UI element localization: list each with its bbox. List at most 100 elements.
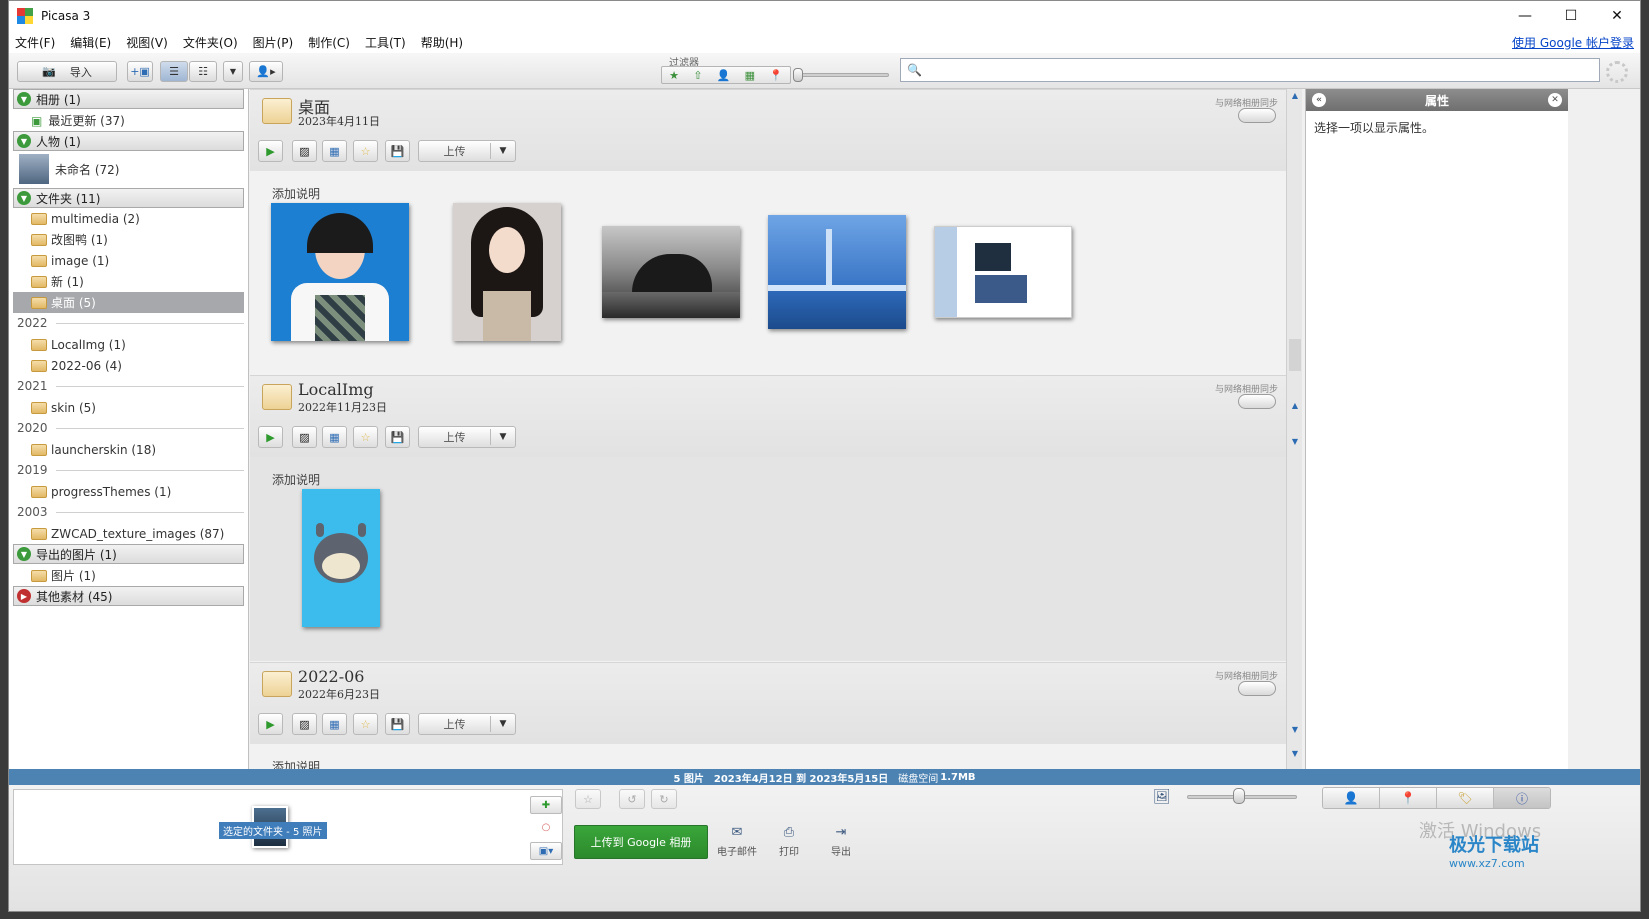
google-login-link[interactable]: 使用 Google 帐户登录 [1512,34,1634,51]
main-scrollbar[interactable]: ▲ ▲ ▼ ▼ ▼ [1286,89,1302,769]
photo-thumbnail[interactable] [271,203,409,341]
add-to-album-tray-button[interactable]: ▣▾ [530,842,562,860]
folder-item[interactable]: 改图鸭 (1) [13,229,244,250]
expand-icon[interactable]: ▼ [17,547,31,561]
tree-view-button[interactable]: ☷ [189,61,217,82]
folder-item[interactable]: 新 (1) [13,271,244,292]
photo-thumbnail[interactable] [302,489,380,627]
sync-toggle[interactable] [1238,681,1276,696]
upload-button[interactable]: 上传 ▼ [418,713,516,735]
folder-item[interactable]: multimedia (2) [13,208,244,229]
minimize-button[interactable]: — [1502,1,1548,31]
slideshow-button[interactable]: ▶ [258,426,283,448]
slideshow-button[interactable]: ▶ [258,140,283,162]
scroll-down-icon[interactable]: ▼ [1289,749,1301,763]
sync-toggle[interactable] [1238,108,1276,123]
collage-button[interactable]: ▨ [292,426,317,448]
date-filter-knob[interactable] [793,68,803,82]
save-button[interactable]: 💾 [385,140,410,162]
scroll-section-up-icon[interactable]: ▲ [1289,401,1301,415]
expand-icon[interactable]: ▼ [17,92,31,106]
search-input[interactable] [925,60,1599,80]
menu-file[interactable]: 文件(F) [15,34,55,51]
expand-icon[interactable]: ▼ [17,191,31,205]
email-button[interactable]: ✉ 电子邮件 [715,825,759,865]
star-filter-icon[interactable]: ★ [669,69,679,82]
photo-thumbnail[interactable] [768,215,906,329]
menu-edit[interactable]: 编辑(E) [70,34,111,51]
photo-thumbnail[interactable] [602,226,740,318]
star-button[interactable]: ☆ [353,713,378,735]
location-filter-icon[interactable]: 📍 [769,69,783,82]
album-title[interactable]: LocalImg [298,380,374,399]
slideshow-button[interactable]: ▶ [258,713,283,735]
star-button[interactable]: ☆ [353,426,378,448]
category-folders[interactable]: ▼ 文件夹 (11) [13,188,244,208]
folder-item[interactable]: skin (5) [13,397,244,418]
close-icon[interactable]: ✕ [1548,93,1562,107]
tags-tab[interactable]: 🏷 [1437,788,1494,808]
folder-item[interactable]: ZWCAD_texture_images (87) [13,523,244,544]
collapse-icon[interactable]: ▶ [17,589,31,603]
rotate-right-button[interactable]: ↻ [651,789,677,809]
info-tab[interactable]: ⓘ [1494,788,1550,808]
folder-item-selected[interactable]: 桌面 (5) [13,292,244,313]
sync-toggle[interactable] [1238,394,1276,409]
album-recent[interactable]: ▣ 最近更新 (37) [13,110,244,131]
folder-item[interactable]: LocalImg (1) [13,334,244,355]
import-button[interactable]: 📷 导入 [17,61,117,82]
add-caption[interactable]: 添加说明 [272,758,320,769]
list-view-button[interactable]: ☰ [160,61,188,82]
upload-to-google-button[interactable]: 上传到 Google 相册 [574,825,708,859]
movie-button[interactable]: ▦ [322,713,347,735]
category-other[interactable]: ▶ 其他素材 (45) [13,586,244,606]
collage-button[interactable]: ▨ [292,713,317,735]
album-title[interactable]: 2022-06 [298,667,364,686]
photo-thumbnail[interactable] [934,226,1072,318]
video-filter-icon[interactable]: ▦ [745,69,755,82]
add-caption[interactable]: 添加说明 [272,471,320,488]
menu-help[interactable]: 帮助(H) [421,34,463,51]
places-tab[interactable]: 📍 [1380,788,1437,808]
folder-item[interactable]: 图片 (1) [13,565,244,586]
photo-thumbnail[interactable] [453,203,561,341]
upload-filter-icon[interactable]: ⇧ [693,69,702,82]
save-button[interactable]: 💾 [385,426,410,448]
menu-folder[interactable]: 文件夹(O) [183,34,238,51]
scroll-up-icon[interactable]: ▲ [1289,91,1301,105]
movie-button[interactable]: ▦ [322,140,347,162]
menu-picture[interactable]: 图片(P) [253,34,294,51]
upload-button[interactable]: 上传 ▼ [418,426,516,448]
category-albums[interactable]: ▼ 相册 (1) [13,89,244,109]
people-view-button[interactable]: 👤▸ [249,61,283,82]
movie-button[interactable]: ▦ [322,426,347,448]
view-dropdown-button[interactable]: ▼ [223,61,243,82]
close-button[interactable]: ✕ [1594,1,1640,31]
scroll-section-down-icon[interactable]: ▼ [1289,725,1301,739]
rotate-left-button[interactable]: ↺ [619,789,645,809]
upload-button[interactable]: 上传 ▼ [418,140,516,162]
person-unnamed[interactable]: 未命名 (72) [13,153,244,185]
tray-star-button[interactable]: ☆ [575,789,601,809]
collapse-left-icon[interactable]: « [1312,93,1326,107]
menu-view[interactable]: 视图(V) [126,34,168,51]
save-button[interactable]: 💾 [385,713,410,735]
collage-button[interactable]: ▨ [292,140,317,162]
scroll-thumb[interactable] [1289,339,1301,371]
star-button[interactable]: ☆ [353,140,378,162]
export-button[interactable]: ⇥ 导出 [819,825,863,865]
people-tab[interactable]: 👤 [1323,788,1380,808]
maximize-button[interactable]: ☐ [1548,1,1594,31]
folder-item[interactable]: 2022-06 (4) [13,355,244,376]
category-people[interactable]: ▼ 人物 (1) [13,131,244,151]
hold-button[interactable]: ✚ [530,796,562,814]
category-exported[interactable]: ▼ 导出的图片 (1) [13,544,244,564]
print-button[interactable]: ⎙ 打印 [767,825,811,865]
menu-create[interactable]: 制作(C) [308,34,350,51]
expand-icon[interactable]: ▼ [17,134,31,148]
add-caption[interactable]: 添加说明 [272,185,320,202]
face-filter-icon[interactable]: 👤 [717,69,731,82]
add-to-album-button[interactable]: +▣ [127,61,153,82]
folder-item[interactable]: image (1) [13,250,244,271]
folder-item[interactable]: progressThemes (1) [13,481,244,502]
